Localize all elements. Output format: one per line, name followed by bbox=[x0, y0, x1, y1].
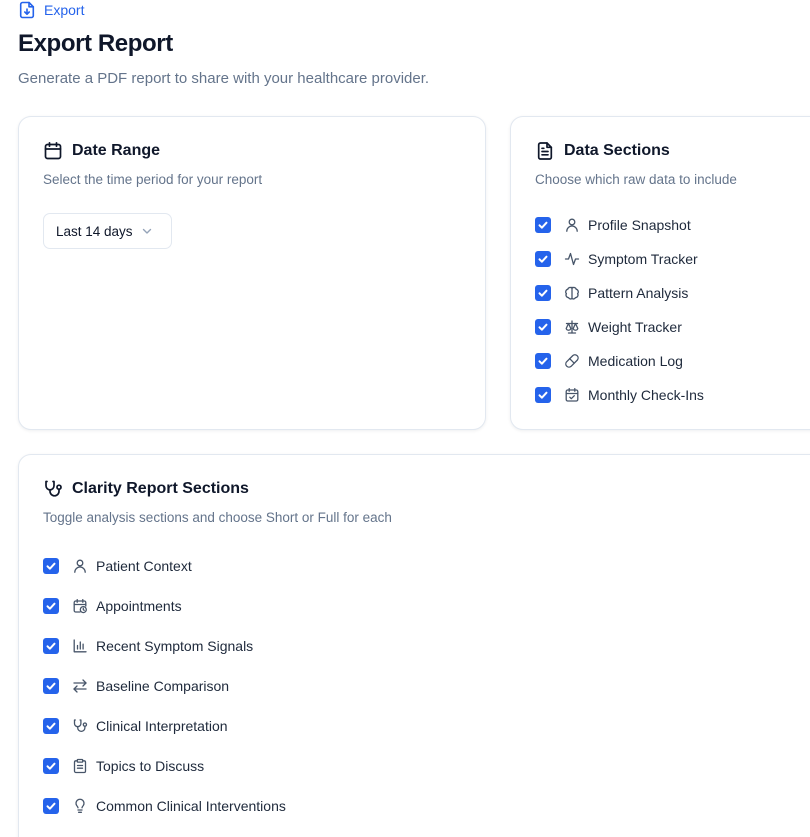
clipboard-icon bbox=[72, 758, 88, 774]
activity-icon bbox=[564, 251, 580, 267]
bar-chart-icon bbox=[72, 638, 88, 654]
clarity-report-title: Clarity Report Sections bbox=[72, 480, 249, 497]
checkbox-checked[interactable] bbox=[43, 718, 59, 734]
calendar-check-icon bbox=[564, 387, 580, 403]
lightbulb-icon bbox=[72, 798, 88, 814]
data-sections-header: Data Sections bbox=[535, 141, 670, 161]
clarity-report-description: Toggle analysis sections and choose Shor… bbox=[43, 510, 392, 525]
breadcrumb-export-link[interactable]: Export bbox=[19, 0, 84, 20]
date-range-selected-value: Last 14 days bbox=[56, 223, 133, 239]
checkbox-checked[interactable] bbox=[535, 285, 551, 301]
data-section-label: Profile Snapshot bbox=[588, 217, 691, 233]
date-range-description: Select the time period for your report bbox=[43, 172, 263, 187]
clarity-section-label: Patient Context bbox=[96, 558, 192, 574]
data-sections-card: Data Sections Choose which raw data to i… bbox=[510, 116, 810, 430]
checkbox-checked[interactable] bbox=[535, 217, 551, 233]
clarity-section-recent-symptom-signals[interactable]: Recent Symptom Signals bbox=[43, 637, 286, 655]
clarity-sections-list: Patient Context Appointments Recent Symp… bbox=[43, 557, 286, 815]
clarity-section-label: Appointments bbox=[96, 598, 182, 614]
data-section-pattern-analysis[interactable]: Pattern Analysis bbox=[535, 284, 704, 302]
clarity-section-clinical-interpretation[interactable]: Clinical Interpretation bbox=[43, 717, 286, 735]
chevron-down-icon bbox=[141, 225, 153, 237]
data-section-label: Monthly Check-Ins bbox=[588, 387, 704, 403]
checkbox-checked[interactable] bbox=[43, 798, 59, 814]
user-icon bbox=[564, 217, 580, 233]
clarity-section-appointments[interactable]: Appointments bbox=[43, 597, 286, 615]
data-sections-description: Choose which raw data to include bbox=[535, 172, 737, 187]
data-sections-title: Data Sections bbox=[564, 142, 670, 159]
calendar-icon bbox=[43, 141, 63, 161]
clarity-section-topics-to-discuss[interactable]: Topics to Discuss bbox=[43, 757, 286, 775]
checkbox-checked[interactable] bbox=[535, 251, 551, 267]
clarity-section-label: Baseline Comparison bbox=[96, 678, 230, 694]
pill-icon bbox=[564, 353, 580, 369]
user-icon bbox=[72, 558, 88, 574]
clarity-section-label: Topics to Discuss bbox=[96, 758, 205, 774]
checkbox-checked[interactable] bbox=[43, 638, 59, 654]
date-range-card: Date Range Select the time period for yo… bbox=[18, 116, 486, 430]
clarity-section-label: Common Clinical Interventions bbox=[96, 798, 286, 814]
document-icon bbox=[535, 141, 555, 161]
data-section-label: Pattern Analysis bbox=[588, 285, 689, 301]
scale-icon bbox=[564, 319, 580, 335]
data-section-label: Medication Log bbox=[588, 353, 683, 369]
data-section-symptom-tracker[interactable]: Symptom Tracker bbox=[535, 250, 704, 268]
checkbox-checked[interactable] bbox=[43, 758, 59, 774]
checkbox-checked[interactable] bbox=[535, 387, 551, 403]
checkbox-checked[interactable] bbox=[535, 319, 551, 335]
date-range-select[interactable]: Last 14 days bbox=[43, 213, 172, 249]
clarity-section-patient-context[interactable]: Patient Context bbox=[43, 557, 286, 575]
date-range-title: Date Range bbox=[72, 142, 161, 159]
checkbox-checked[interactable] bbox=[43, 678, 59, 694]
checkbox-checked[interactable] bbox=[43, 598, 59, 614]
page-subtitle: Generate a PDF report to share with your… bbox=[18, 70, 430, 87]
clarity-section-label: Recent Symptom Signals bbox=[96, 638, 254, 654]
checkbox-checked[interactable] bbox=[535, 353, 551, 369]
data-section-label: Symptom Tracker bbox=[588, 251, 698, 267]
data-section-monthly-check-ins[interactable]: Monthly Check-Ins bbox=[535, 386, 704, 404]
clarity-report-card: Clarity Report Sections Toggle analysis … bbox=[18, 454, 810, 837]
brain-icon bbox=[564, 285, 580, 301]
stethoscope-icon bbox=[43, 479, 63, 499]
clarity-section-label: Clinical Interpretation bbox=[96, 718, 228, 734]
breadcrumb-label: Export bbox=[44, 2, 85, 18]
calendar-clock-icon bbox=[72, 598, 88, 614]
clarity-section-baseline-comparison[interactable]: Baseline Comparison bbox=[43, 677, 286, 695]
data-section-profile-snapshot[interactable]: Profile Snapshot bbox=[535, 216, 704, 234]
file-download-icon bbox=[19, 1, 35, 19]
page-title: Export Report bbox=[18, 30, 173, 57]
data-section-label: Weight Tracker bbox=[588, 319, 682, 335]
clarity-section-common-clinical-interventions[interactable]: Common Clinical Interventions bbox=[43, 797, 286, 815]
data-section-weight-tracker[interactable]: Weight Tracker bbox=[535, 318, 704, 336]
clarity-report-header: Clarity Report Sections bbox=[43, 479, 249, 499]
arrows-swap-icon bbox=[72, 678, 88, 694]
stethoscope-icon bbox=[72, 718, 88, 734]
data-section-medication-log[interactable]: Medication Log bbox=[535, 352, 704, 370]
data-sections-list: Profile Snapshot Symptom Tracker Pattern… bbox=[535, 216, 704, 404]
date-range-header: Date Range bbox=[43, 141, 160, 161]
checkbox-checked[interactable] bbox=[43, 558, 59, 574]
